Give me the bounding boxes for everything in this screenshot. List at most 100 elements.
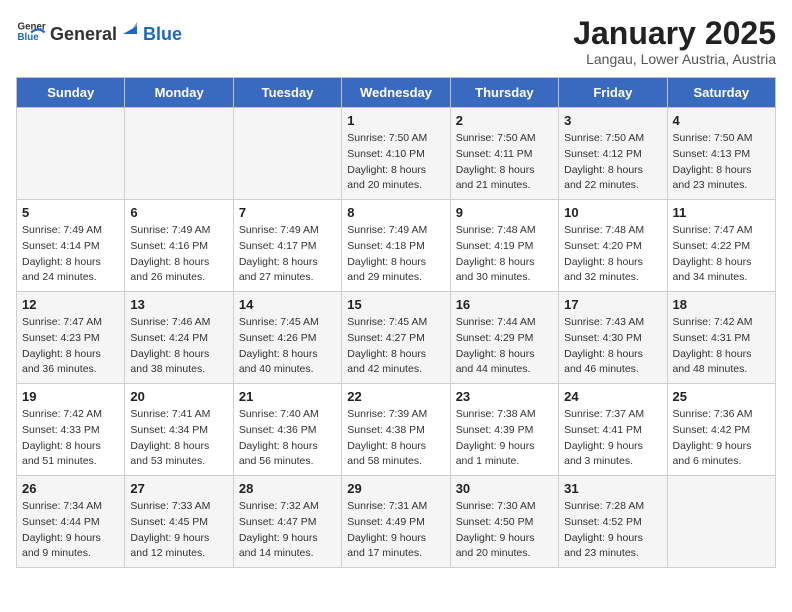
calendar-cell: 11 Sunrise: 7:47 AM Sunset: 4:22 PM Dayli… — [667, 200, 775, 292]
day-number: 17 — [564, 297, 661, 312]
day-number: 16 — [456, 297, 553, 312]
calendar-cell: 29 Sunrise: 7:31 AM Sunset: 4:49 PM Dayli… — [342, 476, 450, 568]
calendar-cell: 21 Sunrise: 7:40 AM Sunset: 4:36 PM Dayli… — [233, 384, 341, 476]
calendar-cell: 6 Sunrise: 7:49 AM Sunset: 4:16 PM Daylig… — [125, 200, 233, 292]
cell-info: Sunrise: 7:47 AM Sunset: 4:23 PM Dayligh… — [22, 315, 119, 378]
cell-info: Sunrise: 7:50 AM Sunset: 4:13 PM Dayligh… — [673, 131, 770, 194]
svg-text:Blue: Blue — [18, 32, 40, 43]
cell-info: Sunrise: 7:36 AM Sunset: 4:42 PM Dayligh… — [673, 407, 770, 470]
title-area: January 2025 Langau, Lower Austria, Aust… — [573, 16, 776, 67]
day-number: 5 — [22, 205, 119, 220]
day-number: 15 — [347, 297, 444, 312]
calendar-cell: 1Sunrise: 7:50 AM Sunset: 4:10 PM Daylig… — [342, 108, 450, 200]
cell-info: Sunrise: 7:49 AM Sunset: 4:16 PM Dayligh… — [130, 223, 227, 286]
calendar-cell: 8 Sunrise: 7:49 AM Sunset: 4:18 PM Daylig… — [342, 200, 450, 292]
calendar-cell: 18 Sunrise: 7:42 AM Sunset: 4:31 PM Dayli… — [667, 292, 775, 384]
day-number: 8 — [347, 205, 444, 220]
cell-info: Sunrise: 7:32 AM Sunset: 4:47 PM Dayligh… — [239, 499, 336, 562]
day-number: 31 — [564, 481, 661, 496]
day-number: 23 — [456, 389, 553, 404]
cell-info: Sunrise: 7:45 AM Sunset: 4:26 PM Dayligh… — [239, 315, 336, 378]
day-number: 14 — [239, 297, 336, 312]
day-number: 6 — [130, 205, 227, 220]
day-number: 28 — [239, 481, 336, 496]
calendar-cell: 23 Sunrise: 7:38 AM Sunset: 4:39 PM Dayli… — [450, 384, 558, 476]
calendar-header-thursday: Thursday — [450, 78, 558, 108]
day-number: 7 — [239, 205, 336, 220]
cell-info: Sunrise: 7:31 AM Sunset: 4:49 PM Dayligh… — [347, 499, 444, 562]
day-number: 25 — [673, 389, 770, 404]
cell-info: Sunrise: 7:42 AM Sunset: 4:31 PM Dayligh… — [673, 315, 770, 378]
day-number: 10 — [564, 205, 661, 220]
cell-info: Sunrise: 7:49 AM Sunset: 4:18 PM Dayligh… — [347, 223, 444, 286]
cell-info: Sunrise: 7:38 AM Sunset: 4:39 PM Dayligh… — [456, 407, 553, 470]
calendar-cell: 17Sunrise: 7:43 AM Sunset: 4:30 PM Dayli… — [559, 292, 667, 384]
day-number: 3 — [564, 113, 661, 128]
calendar-cell: 9 Sunrise: 7:48 AM Sunset: 4:19 PM Daylig… — [450, 200, 558, 292]
calendar-cell: 7 Sunrise: 7:49 AM Sunset: 4:17 PM Daylig… — [233, 200, 341, 292]
calendar-cell: 10 Sunrise: 7:48 AM Sunset: 4:20 PM Dayli… — [559, 200, 667, 292]
day-number: 20 — [130, 389, 227, 404]
calendar-cell: 2 Sunrise: 7:50 AM Sunset: 4:11 PM Daylig… — [450, 108, 558, 200]
day-number: 4 — [673, 113, 770, 128]
cell-info: Sunrise: 7:34 AM Sunset: 4:44 PM Dayligh… — [22, 499, 119, 562]
calendar-header-friday: Friday — [559, 78, 667, 108]
day-number: 26 — [22, 481, 119, 496]
logo-general: General — [50, 24, 117, 45]
logo-blue: Blue — [143, 24, 182, 45]
day-number: 18 — [673, 297, 770, 312]
cell-info: Sunrise: 7:44 AM Sunset: 4:29 PM Dayligh… — [456, 315, 553, 378]
cell-info: Sunrise: 7:50 AM Sunset: 4:11 PM Dayligh… — [456, 131, 553, 194]
calendar-cell: 4 Sunrise: 7:50 AM Sunset: 4:13 PM Daylig… — [667, 108, 775, 200]
day-number: 11 — [673, 205, 770, 220]
calendar-header-saturday: Saturday — [667, 78, 775, 108]
cell-info: Sunrise: 7:48 AM Sunset: 4:20 PM Dayligh… — [564, 223, 661, 286]
cell-info: Sunrise: 7:48 AM Sunset: 4:19 PM Dayligh… — [456, 223, 553, 286]
day-number: 19 — [22, 389, 119, 404]
cell-info: Sunrise: 7:50 AM Sunset: 4:12 PM Dayligh… — [564, 131, 661, 194]
cell-info: Sunrise: 7:39 AM Sunset: 4:38 PM Dayligh… — [347, 407, 444, 470]
cell-info: Sunrise: 7:45 AM Sunset: 4:27 PM Dayligh… — [347, 315, 444, 378]
header: General Blue General Blue January 2025 L… — [16, 16, 776, 67]
day-number: 1 — [347, 113, 444, 128]
calendar-header-monday: Monday — [125, 78, 233, 108]
calendar-cell: 25 Sunrise: 7:36 AM Sunset: 4:42 PM Dayli… — [667, 384, 775, 476]
day-number: 12 — [22, 297, 119, 312]
calendar-cell: 20Sunrise: 7:41 AM Sunset: 4:34 PM Dayli… — [125, 384, 233, 476]
calendar-table: SundayMondayTuesdayWednesdayThursdayFrid… — [16, 77, 776, 568]
calendar-cell: 13 Sunrise: 7:46 AM Sunset: 4:24 PM Dayli… — [125, 292, 233, 384]
calendar-cell: 26 Sunrise: 7:34 AM Sunset: 4:44 PM Dayli… — [17, 476, 125, 568]
day-number: 22 — [347, 389, 444, 404]
cell-info: Sunrise: 7:49 AM Sunset: 4:17 PM Dayligh… — [239, 223, 336, 286]
calendar-cell: 31 Sunrise: 7:28 AM Sunset: 4:52 PM Dayli… — [559, 476, 667, 568]
cell-info: Sunrise: 7:37 AM Sunset: 4:41 PM Dayligh… — [564, 407, 661, 470]
calendar-cell: 30 Sunrise: 7:30 AM Sunset: 4:50 PM Dayli… — [450, 476, 558, 568]
calendar-cell: 14 Sunrise: 7:45 AM Sunset: 4:26 PM Dayli… — [233, 292, 341, 384]
subtitle: Langau, Lower Austria, Austria — [573, 51, 776, 67]
day-number: 9 — [456, 205, 553, 220]
cell-info: Sunrise: 7:33 AM Sunset: 4:45 PM Dayligh… — [130, 499, 227, 562]
day-number: 24 — [564, 389, 661, 404]
day-number: 30 — [456, 481, 553, 496]
calendar-cell: 22 Sunrise: 7:39 AM Sunset: 4:38 PM Dayli… — [342, 384, 450, 476]
calendar-cell — [125, 108, 233, 200]
cell-info: Sunrise: 7:42 AM Sunset: 4:33 PM Dayligh… — [22, 407, 119, 470]
calendar-cell: 15 Sunrise: 7:45 AM Sunset: 4:27 PM Dayli… — [342, 292, 450, 384]
calendar-header-sunday: Sunday — [17, 78, 125, 108]
cell-info: Sunrise: 7:40 AM Sunset: 4:36 PM Dayligh… — [239, 407, 336, 470]
calendar-cell: 24 Sunrise: 7:37 AM Sunset: 4:41 PM Dayli… — [559, 384, 667, 476]
calendar-header-wednesday: Wednesday — [342, 78, 450, 108]
main-title: January 2025 — [573, 16, 776, 51]
day-number: 29 — [347, 481, 444, 496]
calendar-cell: 27 Sunrise: 7:33 AM Sunset: 4:45 PM Dayli… — [125, 476, 233, 568]
day-number: 2 — [456, 113, 553, 128]
day-number: 13 — [130, 297, 227, 312]
calendar-cell: 12 Sunrise: 7:47 AM Sunset: 4:23 PM Dayli… — [17, 292, 125, 384]
cell-info: Sunrise: 7:47 AM Sunset: 4:22 PM Dayligh… — [673, 223, 770, 286]
day-number: 27 — [130, 481, 227, 496]
cell-info: Sunrise: 7:30 AM Sunset: 4:50 PM Dayligh… — [456, 499, 553, 562]
calendar-cell: 5Sunrise: 7:49 AM Sunset: 4:14 PM Daylig… — [17, 200, 125, 292]
cell-info: Sunrise: 7:46 AM Sunset: 4:24 PM Dayligh… — [130, 315, 227, 378]
cell-info: Sunrise: 7:28 AM Sunset: 4:52 PM Dayligh… — [564, 499, 661, 562]
day-number: 21 — [239, 389, 336, 404]
